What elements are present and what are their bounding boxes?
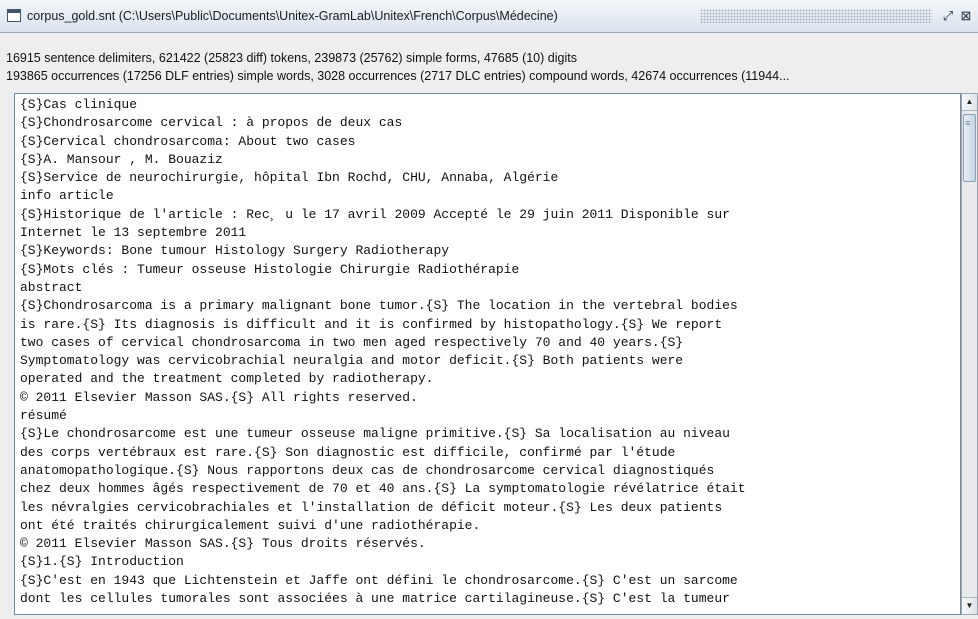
document-window-icon (7, 9, 21, 22)
text-line: les névralgies cervicobrachiales et l'in… (20, 499, 723, 515)
text-line: © 2011 Elsevier Masson SAS.{S} Tous droi… (20, 536, 426, 552)
corpus-text-content[interactable]: {S}Cas clinique {S}Chondrosarcome cervica… (15, 94, 960, 608)
text-line: {S}Historique de l'article : Rec¸ u le 1… (20, 206, 730, 222)
corpus-statistics: 16915 sentence delimiters, 621422 (25823… (6, 49, 978, 85)
text-line: {S}Keywords: Bone tumour Histology Surge… (20, 243, 450, 259)
maximize-icon[interactable]: ⤢ (940, 8, 956, 24)
text-line: {S}Service de neurochirurgie, hôpital Ib… (20, 170, 559, 186)
text-line: {S}Chondrosarcoma is a primary malignant… (20, 298, 738, 314)
window-title: corpus_gold.snt (C:\Users\Public\Documen… (27, 9, 558, 23)
text-line: operated and the treatment completed by … (20, 371, 434, 387)
text-line: {S}1.{S} Introduction (20, 554, 184, 570)
statistics-line-1: 16915 sentence delimiters, 621422 (25823… (6, 51, 577, 65)
text-line: is rare.{S} Its diagnosis is difficult a… (20, 316, 723, 332)
window-title-bar[interactable]: corpus_gold.snt (C:\Users\Public\Documen… (0, 0, 978, 33)
text-line: abstract (20, 279, 83, 295)
text-line: {S}C'est en 1943 que Lichtenstein et Jaf… (20, 572, 738, 588)
text-line: {S}Cervical chondrosarcoma: About two ca… (20, 133, 356, 149)
text-line: {S}Chondrosarcome cervical : à propos de… (20, 115, 403, 131)
statistics-line-2: 193865 occurrences (17256 DLF entries) s… (6, 69, 790, 83)
vertical-scrollbar[interactable]: ▲ ≡ ▼ (961, 93, 978, 615)
text-line: © 2011 Elsevier Masson SAS.{S} All right… (20, 389, 418, 405)
text-line: Symptomatology was cervicobrachial neura… (20, 353, 684, 369)
text-line: dont les cellules tumorales sont associé… (20, 591, 730, 607)
scrollbar-grip-icon: ≡ (965, 118, 971, 128)
text-line: {S}Le chondrosarcome est une tumeur osse… (20, 426, 730, 442)
text-line: {S}Cas clinique (20, 97, 138, 112)
text-line: chez deux hommes âgés respectivement de … (20, 481, 746, 497)
text-line: {S}Mots clés : Tumeur osseuse Histologie… (20, 261, 520, 277)
text-line: ont été traités chirurgicalement suivi d… (20, 517, 481, 533)
arrow-up-icon[interactable]: ▲ (962, 94, 977, 111)
text-line: info article (20, 188, 114, 204)
text-line: des corps vertébraux est rare.{S} Son di… (20, 444, 676, 460)
title-bar-grip (700, 9, 932, 23)
corpus-text-area[interactable]: {S}Cas clinique {S}Chondrosarcome cervica… (14, 93, 961, 615)
text-line: two cases of cervical chondrosarcoma in … (20, 334, 684, 350)
text-line: résumé (20, 408, 67, 424)
text-line: anatomopathologique.{S} Nous rapportons … (20, 462, 715, 478)
text-line: {S}A. Mansour , M. Bouaziz (20, 151, 223, 167)
arrow-down-icon[interactable]: ▼ (962, 597, 977, 614)
close-icon[interactable]: ⊠ (958, 8, 974, 24)
text-line: Internet le 13 septembre 2011 (20, 225, 247, 241)
